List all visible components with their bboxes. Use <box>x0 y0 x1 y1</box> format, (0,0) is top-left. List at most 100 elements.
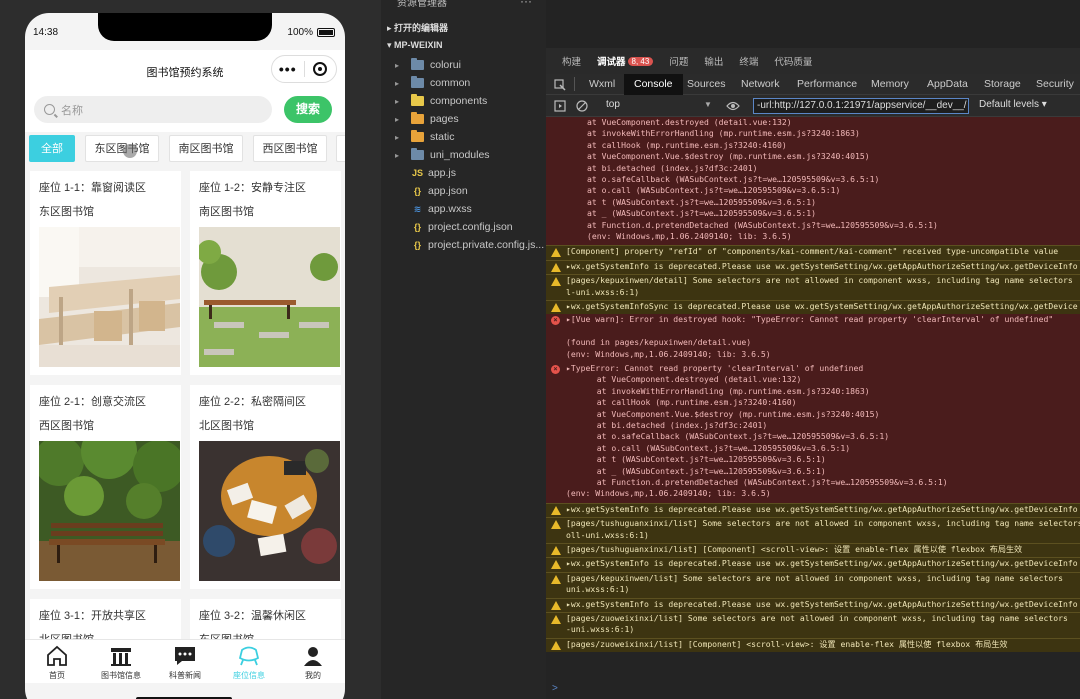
filter-chip-more[interactable] <box>336 135 345 162</box>
console-line: at o.call (WASubContext.js?t=we…12059550… <box>587 442 851 453</box>
tab-debugger[interactable]: 调试器 <box>597 54 626 68</box>
search-input[interactable]: 名称 <box>34 96 272 123</box>
context-selector[interactable]: top <box>606 99 620 110</box>
console-line: [pages/kepuxinwen/list] Some selectors a… <box>566 572 1064 583</box>
tab-build[interactable]: 构建 <box>562 54 581 68</box>
explorer-item[interactable]: ▸ static <box>395 128 455 146</box>
console-warning-message[interactable]: [pages/kepuxinwen/list] Some selectors a… <box>546 571 1080 598</box>
explorer-item[interactable]: {} project.private.config.js... <box>395 236 544 254</box>
console-warning-message[interactable]: [Component] property "refId" of "compone… <box>546 245 1080 260</box>
explorer-item[interactable]: ▸ pages <box>395 110 459 128</box>
console-line: ▸wx.getSystemInfo is deprecated.Please u… <box>566 503 1078 514</box>
tab-wxml[interactable]: Wxml <box>589 78 615 90</box>
tab-network[interactable]: Network <box>741 78 780 90</box>
tab-appdata[interactable]: AppData <box>927 78 968 90</box>
console-line: at o.safeCallback (WASubContext.js?t=we…… <box>587 173 880 184</box>
chevron-right-icon: ▸ <box>395 78 400 88</box>
seat-card[interactable]: 座位 2-2：私密隔间区 北区图书馆 <box>190 385 341 589</box>
console-error-message[interactable]: at VueComponent.destroyed (detail.vue:13… <box>546 117 1080 246</box>
warning-icon <box>551 505 561 515</box>
console-warning-message[interactable]: [pages/tushuguanxinxi/list] [Component] … <box>546 543 1080 558</box>
explorer-item[interactable]: {} app.json <box>395 182 468 200</box>
tab-home[interactable]: 首页 <box>25 644 89 681</box>
console-warning-message[interactable]: [pages/kepuxinwen/detail] Some selectors… <box>546 274 1080 300</box>
seat-title: 座位 3-1：开放共享区 <box>39 610 146 622</box>
seat-library: 南区图书馆 <box>199 206 254 218</box>
console-warning-message[interactable]: ▸wx.getSystemInfoSync is deprecated.Plea… <box>546 300 1080 315</box>
console-line: at VueComponent.Vue.$destroy (mp.runtime… <box>587 151 870 162</box>
filter-chip-south[interactable]: 南区图书馆 <box>169 135 243 162</box>
console-line: -uni.wxss:6:1) <box>566 624 635 635</box>
tab-performance[interactable]: Performance <box>797 78 857 90</box>
console-line: at callHook (mp.runtime.esm.js?3240:4160… <box>587 139 787 150</box>
folder-icon <box>411 94 424 106</box>
phone-notch <box>98 13 272 41</box>
seat-icon <box>238 646 260 666</box>
seat-card[interactable]: 座位 2-1：创意交流区 西区图书馆 <box>30 385 181 589</box>
filter-chip-west[interactable]: 西区图书馆 <box>253 135 327 162</box>
tab-seat-info[interactable]: 座位信息 <box>217 644 281 681</box>
console-warning-message[interactable]: ▸wx.getSystemInfo is deprecated.Please u… <box>546 502 1080 518</box>
file-explorer: 资源管理器 ··· ▸ 打开的编辑器 ▾ MP-WEIXIN ▸ colorui ▸… <box>381 0 546 699</box>
close-miniprogram-button[interactable] <box>304 62 336 76</box>
tab-storage[interactable]: Storage <box>984 78 1021 90</box>
filter-chip-east[interactable]: 东区图书馆 <box>85 135 159 162</box>
open-editors-section[interactable]: ▸ 打开的编辑器 <box>387 21 448 34</box>
tab-output[interactable]: 输出 <box>704 54 723 68</box>
tab-sources[interactable]: Sources <box>687 78 726 90</box>
console-warning-message[interactable]: [pages/zuoweixinxi/list] Some selectors … <box>546 612 1080 638</box>
explorer-item[interactable]: ▸ common <box>395 74 470 92</box>
project-root-section[interactable]: ▾ MP-WEIXIN <box>387 40 443 51</box>
console-warning-message[interactable]: ▸wx.getSystemInfo is deprecated.Please u… <box>546 259 1080 275</box>
tab-security[interactable]: Security <box>1036 78 1074 90</box>
warning-icon <box>551 574 561 584</box>
explorer-item[interactable]: JS app.js <box>395 164 456 182</box>
tab-terminal[interactable]: 终端 <box>739 54 758 68</box>
tab-memory[interactable]: Memory <box>871 78 909 90</box>
console-line: uni.wxss:6:1) <box>566 584 630 595</box>
seat-card[interactable]: 座位 1-2：安静专注区 南区图书馆 <box>190 171 341 375</box>
explorer-item[interactable]: ▸ components <box>395 92 487 110</box>
console-error-message[interactable]: × ▸[Vue warn]: Error in destroyed hook: "… <box>546 314 1080 363</box>
log-levels-dropdown[interactable]: Default levels ▾ <box>979 99 1047 110</box>
tab-problems[interactable]: 问题 <box>669 54 688 68</box>
tab-mine[interactable]: 我的 <box>281 644 345 681</box>
seat-card[interactable]: 座位 1-1：靠窗阅读区 东区图书馆 <box>30 171 181 375</box>
console-warning-message[interactable]: [pages/tushuguanxinxi/list] Some selecto… <box>546 517 1080 543</box>
console-filter-input[interactable]: -url:http://127.0.0.1:21971/appservice/_… <box>753 98 969 114</box>
target-icon <box>313 62 328 76</box>
filter-chip-all[interactable]: 全部 <box>29 135 75 162</box>
console-prompt[interactable]: > <box>552 683 558 694</box>
console-line: at bi.detached (index.js?df3c:2401) <box>587 162 758 173</box>
seat-image-reading <box>199 441 340 581</box>
explorer-item[interactable]: ≋ app.wxss <box>395 200 472 218</box>
explorer-item-label: uni_modules <box>430 149 490 161</box>
tab-library-info[interactable]: 图书馆信息 <box>89 644 153 681</box>
explorer-item[interactable]: ▸ uni_modules <box>395 146 490 164</box>
chevron-right-icon: ▸ <box>395 60 400 70</box>
tab-label: 图书馆信息 <box>101 671 141 680</box>
explorer-item[interactable]: ▸ colorui <box>395 56 461 74</box>
console-warning-message[interactable]: [pages/zuoweixinxi/list] [Component] <sc… <box>546 637 1080 653</box>
explorer-more-button[interactable]: ··· <box>520 0 532 8</box>
clear-console-icon[interactable] <box>576 100 588 112</box>
inspect-icon[interactable] <box>554 79 566 91</box>
console-warning-message[interactable]: ▸wx.getSystemInfo is deprecated.Please u… <box>546 557 1080 572</box>
console-error-message[interactable]: × ▸TypeError: Cannot read property 'clear… <box>546 363 1080 503</box>
tab-console[interactable]: Console <box>624 74 683 95</box>
tab-news[interactable]: 科普新闻 <box>153 644 217 681</box>
tab-label: 科普新闻 <box>169 671 201 680</box>
tab-label: 首页 <box>49 671 65 680</box>
folder-icon <box>411 58 424 70</box>
explorer-item[interactable]: {} project.config.json <box>395 218 513 236</box>
search-button[interactable]: 搜索 <box>284 96 332 123</box>
chevron-right-icon: ▸ <box>395 96 400 106</box>
search-bar: 名称 搜索 <box>25 90 345 132</box>
more-menu-button[interactable]: ••• <box>272 55 304 83</box>
console-warning-message[interactable]: ▸wx.getSystemInfo is deprecated.Please u… <box>546 597 1080 612</box>
sidebar-toggle-icon[interactable] <box>554 100 566 112</box>
console-line: at t (WASubContext.js?t=we…120595509&v=3… <box>587 196 817 207</box>
tab-code-quality[interactable]: 代码质量 <box>774 54 812 68</box>
eye-icon[interactable] <box>726 100 740 112</box>
console-line: at Function.d.pretendDetached (WASubCont… <box>587 476 948 487</box>
